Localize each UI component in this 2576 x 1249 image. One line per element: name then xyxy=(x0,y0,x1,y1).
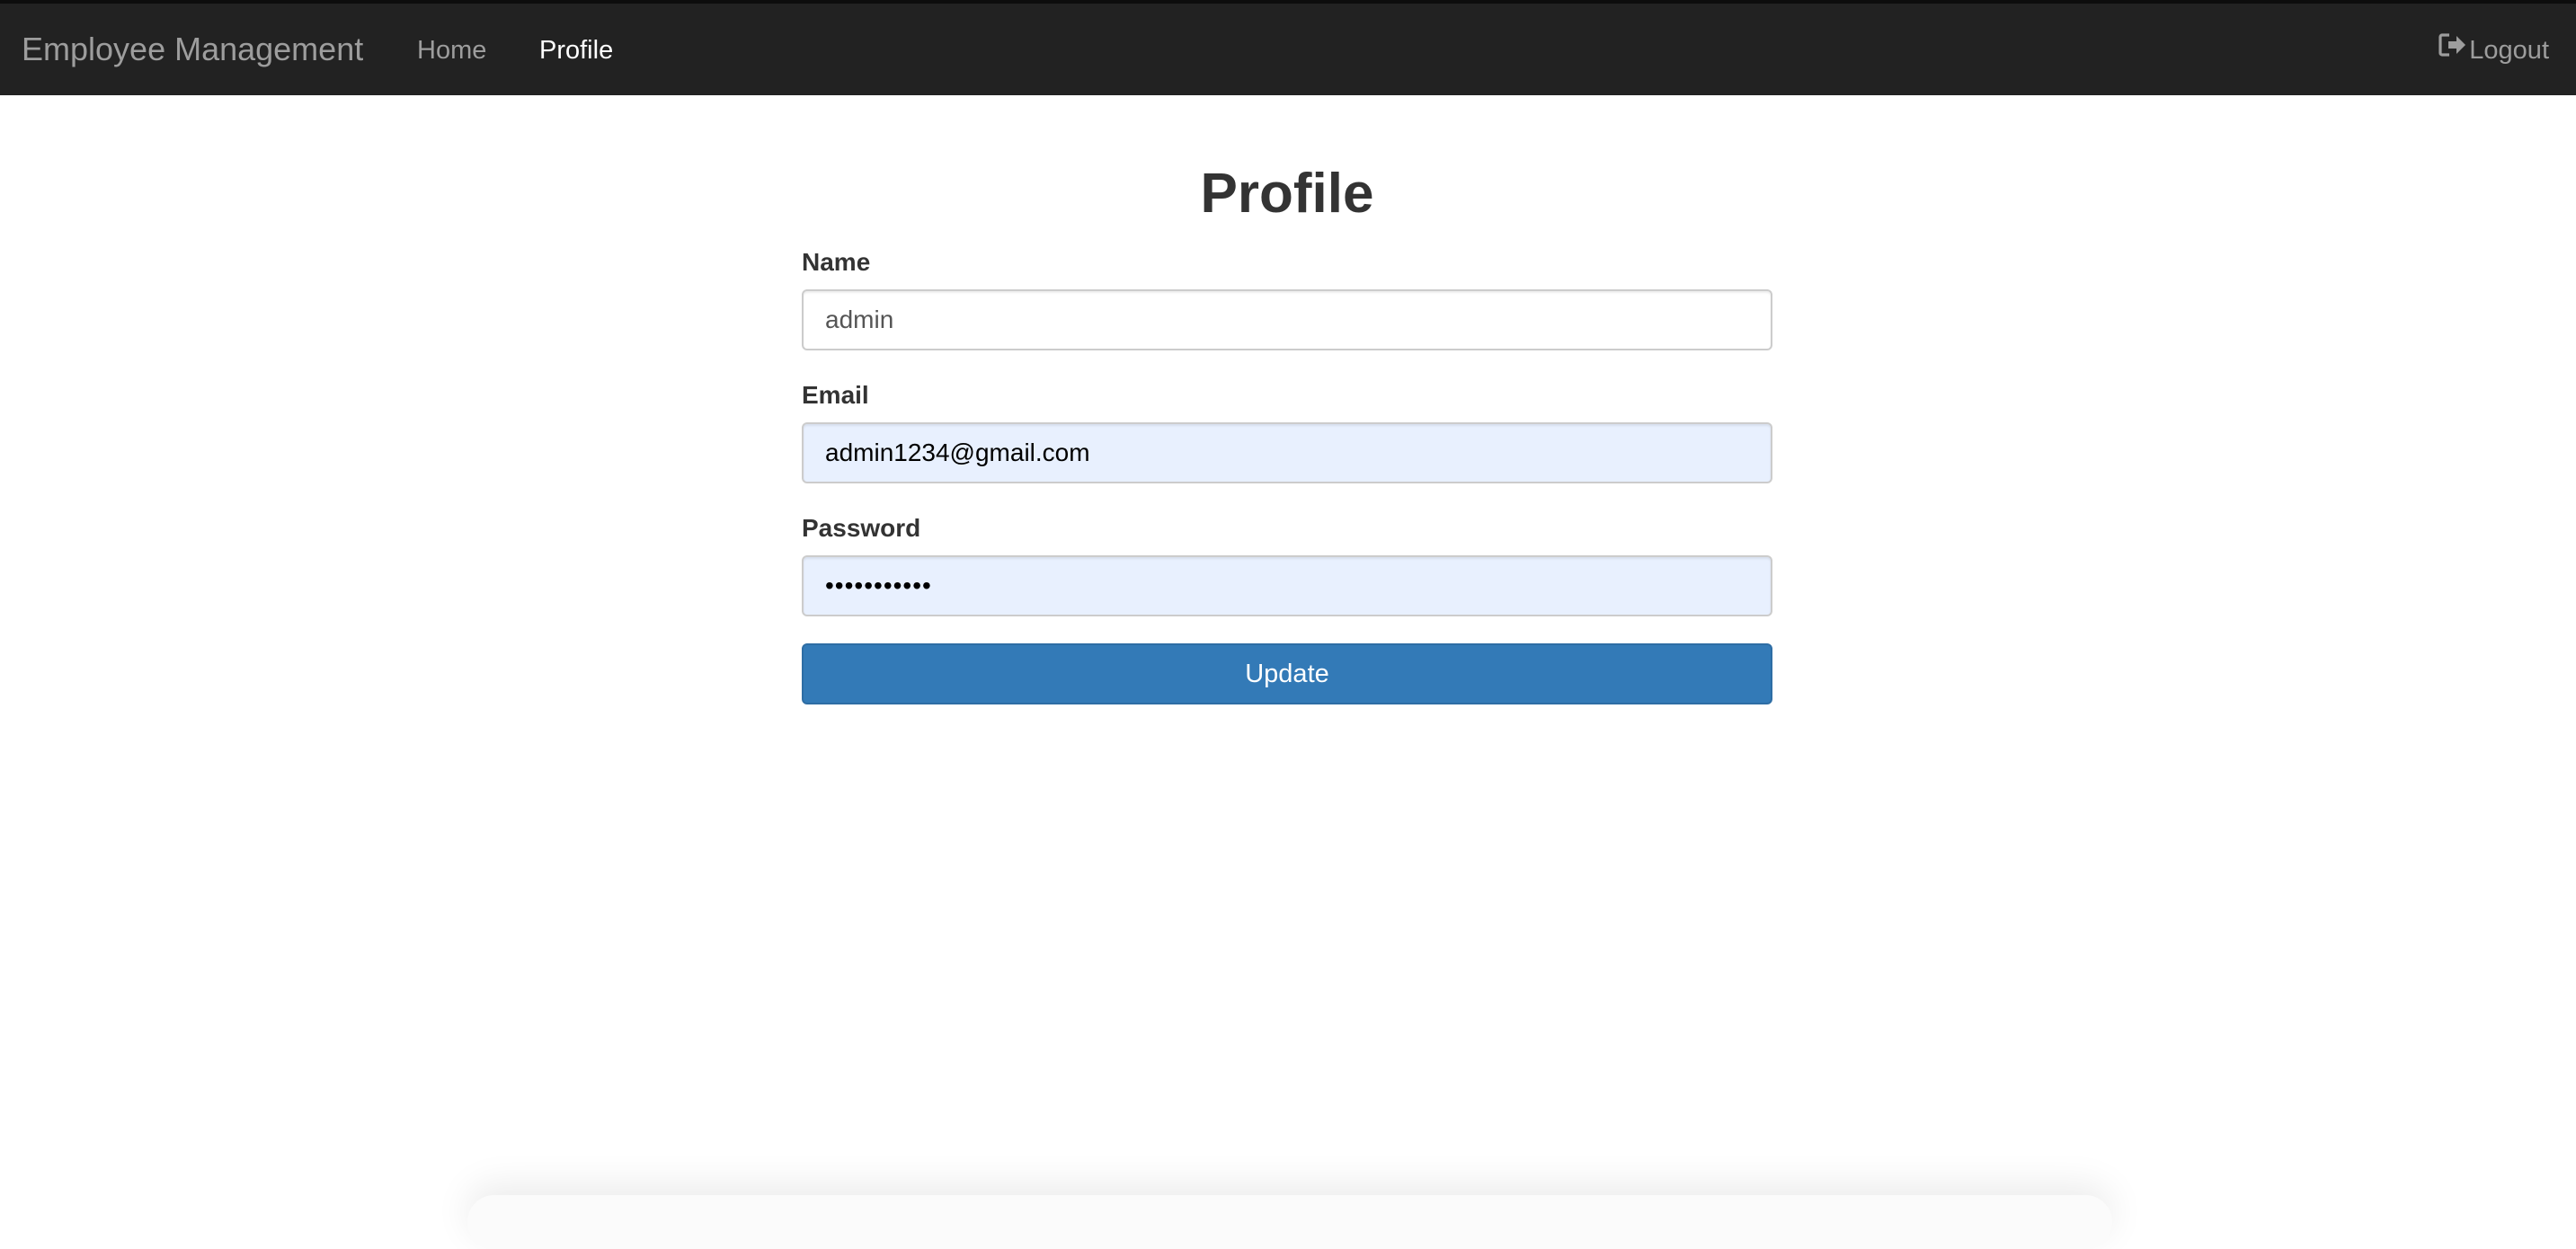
bottom-shadow-panel xyxy=(467,1195,2112,1249)
logout-link[interactable]: Logout xyxy=(2438,31,2549,70)
nav-link-home[interactable]: Home xyxy=(417,31,486,70)
email-input[interactable] xyxy=(802,422,1772,483)
password-input[interactable] xyxy=(802,555,1772,616)
page-title: Profile xyxy=(1200,163,1374,225)
email-label: Email xyxy=(802,381,869,409)
nav-link-profile[interactable]: Profile xyxy=(539,31,613,70)
logout-label: Logout xyxy=(2469,36,2549,65)
brand-link[interactable]: Employee Management xyxy=(22,27,363,72)
update-button[interactable]: Update xyxy=(802,643,1772,704)
name-label: Name xyxy=(802,248,871,276)
name-input[interactable] xyxy=(802,289,1772,350)
top-navbar: Employee Management Home Profile Logout xyxy=(0,0,2576,95)
password-label: Password xyxy=(802,514,921,542)
logout-icon xyxy=(2438,31,2469,70)
